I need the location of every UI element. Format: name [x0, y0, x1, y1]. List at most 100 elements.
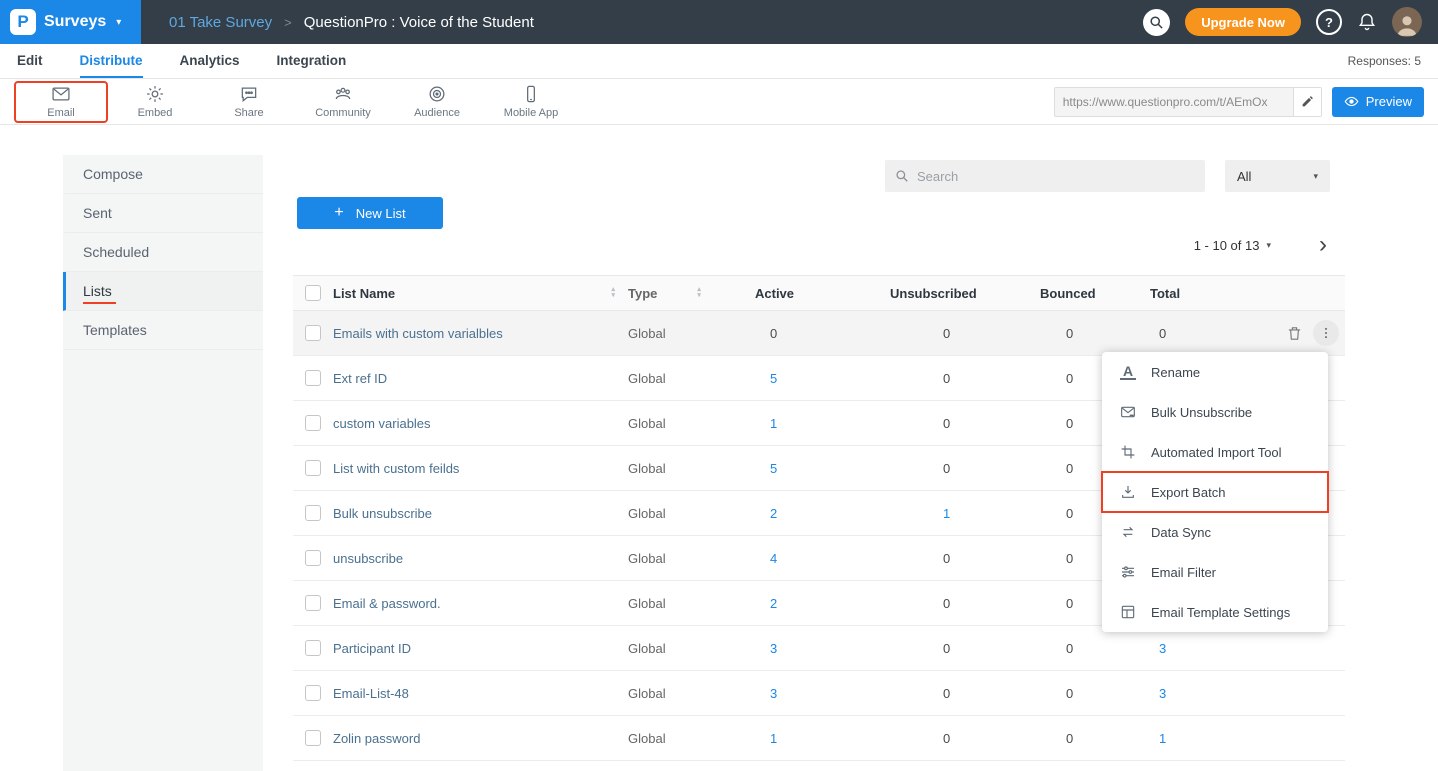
unsubscribed-count: 0 [888, 371, 1038, 386]
mobile-app-icon [521, 84, 541, 104]
col-header-unsubscribed: Unsubscribed [888, 286, 1038, 301]
notifications-button[interactable] [1357, 12, 1377, 32]
sidebar-item-scheduled[interactable]: Scheduled [63, 233, 263, 272]
sidebar-item-compose[interactable]: Compose [63, 155, 263, 194]
unsubscribed-count: 0 [888, 596, 1038, 611]
list-name-link[interactable]: Ext ref ID [333, 371, 387, 386]
list-type: Global [623, 461, 748, 476]
row-checkbox[interactable] [305, 595, 321, 611]
list-name-link[interactable]: unsubscribe [333, 551, 403, 566]
export-batch-icon [1120, 484, 1136, 500]
search-input[interactable] [917, 169, 1195, 184]
preview-button[interactable]: Preview [1332, 87, 1424, 117]
list-name-link[interactable]: Emails with custom varialbles [333, 326, 503, 341]
list-name-link[interactable]: Zolin password [333, 731, 420, 746]
questionpro-logo: P [10, 9, 36, 35]
edit-url-button[interactable] [1293, 88, 1321, 116]
surveys-product-switcher[interactable]: P Surveys ▾ [0, 0, 141, 44]
pagination: 1 - 10 of 13 ▾ › [1194, 233, 1327, 257]
sidebar-item-lists[interactable]: Lists [63, 272, 263, 311]
new-list-button[interactable]: + New List [297, 197, 443, 229]
total-count: 1 [1148, 731, 1228, 746]
bounced-count: 0 [1038, 326, 1148, 341]
sort-icon[interactable]: ▴▾ [611, 287, 615, 299]
menu-item-bulk-unsubscribe[interactable]: Bulk Unsubscribe [1102, 392, 1328, 432]
delete-list-button[interactable] [1286, 325, 1303, 342]
toolbar-label: Embed [138, 107, 173, 119]
toolbar-item-community[interactable]: Community [296, 81, 390, 123]
bulk-unsubscribe-icon [1120, 404, 1136, 420]
row-checkbox[interactable] [305, 325, 321, 341]
automated-import-icon [1120, 444, 1136, 460]
list-name-link[interactable]: custom variables [333, 416, 431, 431]
table-row: Emails with custom varialbles Global 0 0… [293, 311, 1345, 356]
menu-item-rename[interactable]: Rename [1102, 352, 1328, 392]
chevron-down-icon: ▾ [116, 17, 121, 28]
toolbar-item-share[interactable]: Share [202, 81, 296, 123]
list-search[interactable] [885, 160, 1205, 192]
community-icon [333, 84, 353, 104]
row-checkbox[interactable] [305, 415, 321, 431]
search-button[interactable] [1143, 9, 1170, 36]
list-name-link[interactable]: Bulk unsubscribe [333, 506, 432, 521]
list-name-link[interactable]: Email & password. [333, 596, 441, 611]
row-checkbox[interactable] [305, 460, 321, 476]
row-checkbox[interactable] [305, 640, 321, 656]
unsubscribed-count: 0 [888, 461, 1038, 476]
top-navigation-bar: P Surveys ▾ 01 Take Survey > QuestionPro… [0, 0, 1438, 44]
col-header-list-name: List Name [333, 286, 395, 301]
list-type: Global [623, 416, 748, 431]
menu-item-email-template-settings[interactable]: Email Template Settings [1102, 592, 1328, 632]
menu-item-data-sync[interactable]: Data Sync [1102, 512, 1328, 552]
toolbar-item-email[interactable]: Email [14, 81, 108, 123]
menu-item-export-batch[interactable]: Export Batch [1102, 472, 1328, 512]
next-page-button[interactable]: › [1319, 233, 1327, 257]
bounced-count: 0 [1038, 731, 1148, 746]
menu-item-automated-import-tool[interactable]: Automated Import Tool [1102, 432, 1328, 472]
active-count: 2 [748, 596, 888, 611]
tab-analytics[interactable]: Analytics [180, 44, 240, 78]
list-type: Global [623, 506, 748, 521]
filter-value: All [1237, 169, 1251, 184]
menu-item-email-filter[interactable]: Email Filter [1102, 552, 1328, 592]
upgrade-now-button[interactable]: Upgrade Now [1185, 8, 1301, 36]
list-name-link[interactable]: Participant ID [333, 641, 411, 656]
row-checkbox[interactable] [305, 730, 321, 746]
tab-distribute[interactable]: Distribute [80, 44, 143, 78]
list-name-link[interactable]: List with custom feilds [333, 461, 459, 476]
row-actions-menu-button[interactable] [1313, 320, 1339, 346]
tab-integration[interactable]: Integration [277, 44, 347, 78]
toolbar-item-embed[interactable]: Embed [108, 81, 202, 123]
sidebar-item-sent[interactable]: Sent [63, 194, 263, 233]
list-name-link[interactable]: Email-List-48 [333, 686, 409, 701]
help-button[interactable]: ? [1316, 9, 1342, 35]
toolbar-label: Share [234, 107, 263, 119]
user-avatar[interactable] [1392, 7, 1422, 37]
tab-edit[interactable]: Edit [17, 44, 43, 78]
chevron-down-icon: ▾ [1313, 171, 1318, 182]
responses-count: Responses: 5 [1348, 54, 1421, 68]
total-count: 0 [1148, 326, 1228, 341]
breadcrumb-survey-link[interactable]: 01 Take Survey [169, 14, 272, 31]
toolbar-item-mobile-app[interactable]: Mobile App [484, 81, 578, 123]
toolbar-label: Email [47, 107, 75, 119]
row-checkbox[interactable] [305, 685, 321, 701]
row-checkbox[interactable] [305, 550, 321, 566]
embed-icon [145, 84, 165, 104]
sort-icon[interactable]: ▴▾ [697, 287, 701, 299]
row-checkbox[interactable] [305, 505, 321, 521]
toolbar-item-audience[interactable]: Audience [390, 81, 484, 123]
search-icon [895, 169, 909, 183]
unsubscribed-count: 0 [888, 551, 1038, 566]
unsubscribed-count: 1 [888, 506, 1038, 521]
pagination-range-dropdown[interactable]: 1 - 10 of 13 ▾ [1194, 238, 1271, 253]
sidebar-item-templates[interactable]: Templates [63, 311, 263, 350]
product-name: Surveys [44, 13, 106, 31]
active-count: 5 [748, 461, 888, 476]
select-all-checkbox[interactable] [305, 285, 321, 301]
list-filter-dropdown[interactable]: All ▾ [1225, 160, 1330, 192]
email-filter-icon [1120, 564, 1136, 580]
table-row: Participant ID Global 3 0 0 3 [293, 626, 1345, 671]
row-checkbox[interactable] [305, 370, 321, 386]
col-header-active: Active [748, 286, 888, 301]
